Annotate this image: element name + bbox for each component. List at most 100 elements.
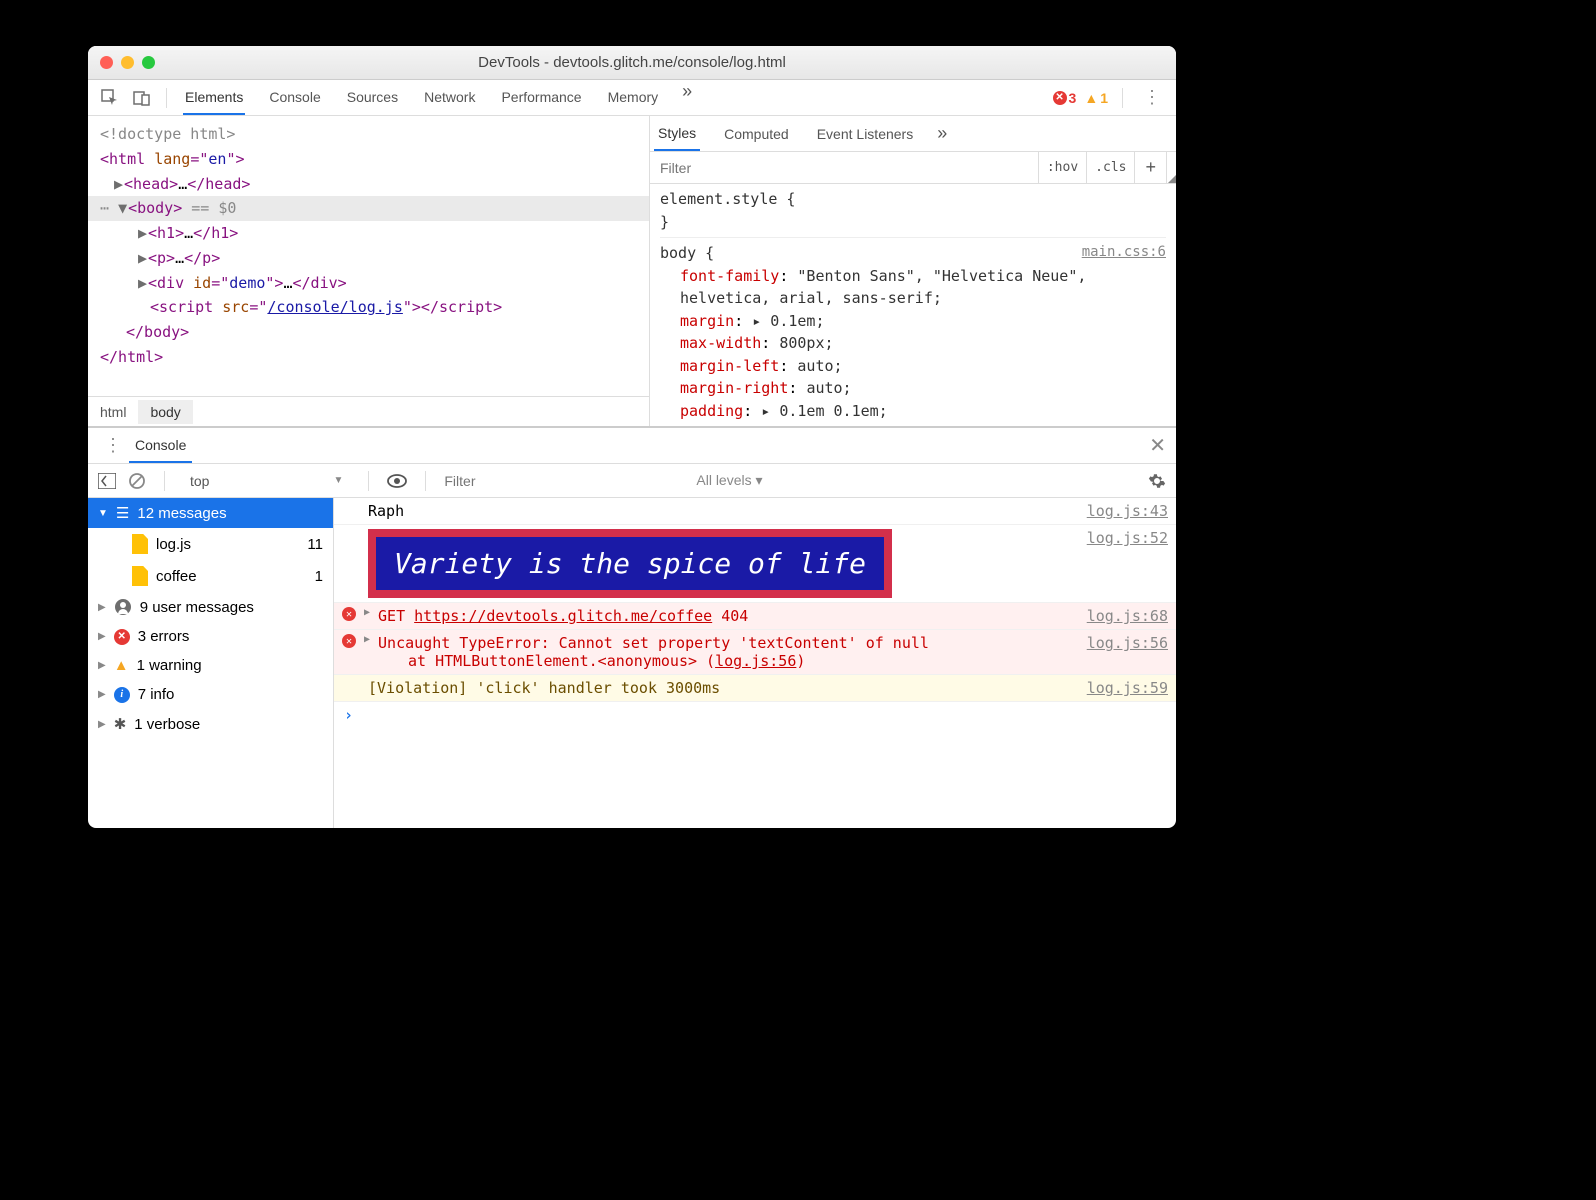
inspect-element-icon[interactable] <box>96 84 124 112</box>
js-error-message[interactable]: ✕ ▶ Uncaught TypeError: Cannot set prope… <box>334 630 1176 675</box>
hov-toggle[interactable]: :hov <box>1038 152 1086 183</box>
variety-text: Variety is the spice of life <box>368 529 892 598</box>
gear-icon[interactable] <box>1148 472 1166 490</box>
levels-dropdown[interactable]: All levels ▾ <box>696 472 762 489</box>
tab-memory[interactable]: Memory <box>606 81 661 114</box>
drawer-menu-icon[interactable]: ⋮ <box>98 435 129 456</box>
body-close: </body> <box>126 323 189 341</box>
sidebar-all-messages[interactable]: ▼ ☰ 12 messages <box>88 498 333 528</box>
console-filter-input[interactable] <box>444 473 684 489</box>
html-open: <html lang="en"> <box>100 150 245 168</box>
doctype: <!doctype html> <box>100 125 235 143</box>
tab-sources[interactable]: Sources <box>345 81 400 114</box>
separator <box>166 88 167 108</box>
styles-tab-styles[interactable]: Styles <box>654 117 700 151</box>
tab-network[interactable]: Network <box>422 81 477 114</box>
expand-caret-icon[interactable]: ▶ <box>138 246 148 271</box>
selected-body-node[interactable]: ⋯ ▼<body> == $0 <box>88 196 649 221</box>
p-node[interactable]: <p> <box>148 249 175 267</box>
crumb-html[interactable]: html <box>88 400 138 424</box>
kebab-menu-icon[interactable]: ⋮ <box>1137 87 1168 108</box>
sidebar-warnings[interactable]: ▶▲1 warning <box>88 651 333 680</box>
source-link[interactable]: log.js:59 <box>1087 679 1168 697</box>
tab-elements[interactable]: Elements <box>183 81 245 115</box>
minimize-window-button[interactable] <box>121 56 134 69</box>
file-icon <box>132 534 148 554</box>
head-node[interactable]: <head> <box>124 175 178 193</box>
error-icon: ✕ <box>1053 91 1067 105</box>
styles-filter-input[interactable] <box>650 160 1038 176</box>
violation-message[interactable]: [Violation] 'click' handler took 3000ms … <box>334 675 1176 702</box>
chevron-right-icon: ▶ <box>98 602 106 613</box>
more-tabs-icon[interactable]: » <box>937 123 947 144</box>
div-node[interactable]: <div id="demo"> <box>148 274 283 292</box>
context-selector[interactable]: top▼ <box>183 470 350 492</box>
source-link[interactable]: log.js:56 <box>1087 634 1168 652</box>
styles-panel: Styles Computed Event Listeners » :hov .… <box>650 116 1176 426</box>
styled-log-message[interactable]: Variety is the spice of life log.js:52 <box>334 525 1176 603</box>
console-drawer-tab[interactable]: Console <box>129 429 192 463</box>
css-rules[interactable]: element.style { } main.css:6 body { font… <box>650 184 1176 426</box>
chevron-right-icon: ▶ <box>98 631 106 642</box>
console-toolbar: top▼ All levels ▾ <box>88 464 1176 498</box>
expand-caret-icon[interactable]: ▶ <box>138 221 148 246</box>
console-header: ⋮ Console ✕ <box>88 428 1176 464</box>
tab-console[interactable]: Console <box>267 81 322 114</box>
expand-caret-icon[interactable]: ▶ <box>114 172 124 197</box>
window-title: DevTools - devtools.glitch.me/console/lo… <box>88 54 1176 71</box>
source-link[interactable]: log.js:43 <box>1087 502 1168 520</box>
eye-icon[interactable] <box>387 474 407 488</box>
html-close: </html> <box>100 348 163 366</box>
warning-count-badge[interactable]: ▲1 <box>1084 90 1108 106</box>
sidebar-toggle-icon[interactable] <box>98 473 116 489</box>
chevron-down-icon: ▼ <box>98 508 108 519</box>
sidebar-file-coffee[interactable]: coffee1 <box>88 560 333 592</box>
styles-tab-event-listeners[interactable]: Event Listeners <box>813 118 918 150</box>
console-sidebar: ▼ ☰ 12 messages log.js11 coffee1 ▶9 user… <box>88 498 334 828</box>
h1-node[interactable]: <h1> <box>148 224 184 242</box>
expand-caret-icon[interactable]: ▶ <box>138 271 148 296</box>
console-drawer: ⋮ Console ✕ top▼ All levels ▾ ▼ ☰ 12 mes… <box>88 427 1176 828</box>
list-icon: ☰ <box>116 504 129 522</box>
source-link[interactable]: log.js:52 <box>1087 529 1168 547</box>
device-toolbar-icon[interactable] <box>128 84 156 112</box>
traffic-lights <box>100 56 155 69</box>
close-window-button[interactable] <box>100 56 113 69</box>
cls-toggle[interactable]: .cls <box>1086 152 1134 183</box>
network-error-message[interactable]: ✕ ▶ GET https://devtools.glitch.me/coffe… <box>334 603 1176 630</box>
css-source-link[interactable]: main.css:6 <box>1082 242 1166 263</box>
zoom-window-button[interactable] <box>142 56 155 69</box>
clear-console-icon[interactable] <box>128 472 146 490</box>
source-link[interactable]: log.js:56 <box>715 652 796 670</box>
chevron-right-icon: ▶ <box>364 634 370 645</box>
elements-panel: <!doctype html> <html lang="en"> ▶<head>… <box>88 116 1176 427</box>
sidebar-verbose[interactable]: ▶✱1 verbose <box>88 709 333 739</box>
warning-icon: ▲ <box>1084 90 1098 106</box>
error-count-badge[interactable]: ✕3 <box>1053 90 1077 106</box>
new-style-rule-icon[interactable]: + <box>1134 152 1166 183</box>
script-node[interactable]: <script src="/console/log.js"></script> <box>150 298 502 316</box>
dom-body[interactable]: <!doctype html> <html lang="en"> ▶<head>… <box>88 116 649 396</box>
chevron-right-icon: ▶ <box>98 689 106 700</box>
sidebar-user-messages[interactable]: ▶9 user messages <box>88 592 333 622</box>
log-message[interactable]: Raph log.js:43 <box>334 498 1176 525</box>
styles-filter-row: :hov .cls + <box>650 152 1176 184</box>
sidebar-errors[interactable]: ▶✕3 errors <box>88 622 333 651</box>
sidebar-file-logjs[interactable]: log.js11 <box>88 528 333 560</box>
styles-tabs: Styles Computed Event Listeners » <box>650 116 1176 152</box>
console-prompt[interactable]: › <box>334 702 1176 728</box>
tab-performance[interactable]: Performance <box>499 81 583 114</box>
body-selector: body { <box>660 244 714 262</box>
styles-tab-computed[interactable]: Computed <box>720 118 793 150</box>
devtools-window: DevTools - devtools.glitch.me/console/lo… <box>88 46 1176 828</box>
url-link[interactable]: https://devtools.glitch.me/coffee <box>414 607 712 625</box>
close-drawer-icon[interactable]: ✕ <box>1149 433 1166 458</box>
source-link[interactable]: log.js:68 <box>1087 607 1168 625</box>
titlebar: DevTools - devtools.glitch.me/console/lo… <box>88 46 1176 80</box>
sidebar-info[interactable]: ▶i7 info <box>88 680 333 709</box>
collapse-caret-icon[interactable]: ▼ <box>118 196 128 221</box>
more-tabs-icon[interactable]: » <box>682 81 692 114</box>
crumb-body[interactable]: body <box>138 400 192 424</box>
chevron-right-icon: ▶ <box>364 607 370 618</box>
file-icon <box>132 566 148 586</box>
